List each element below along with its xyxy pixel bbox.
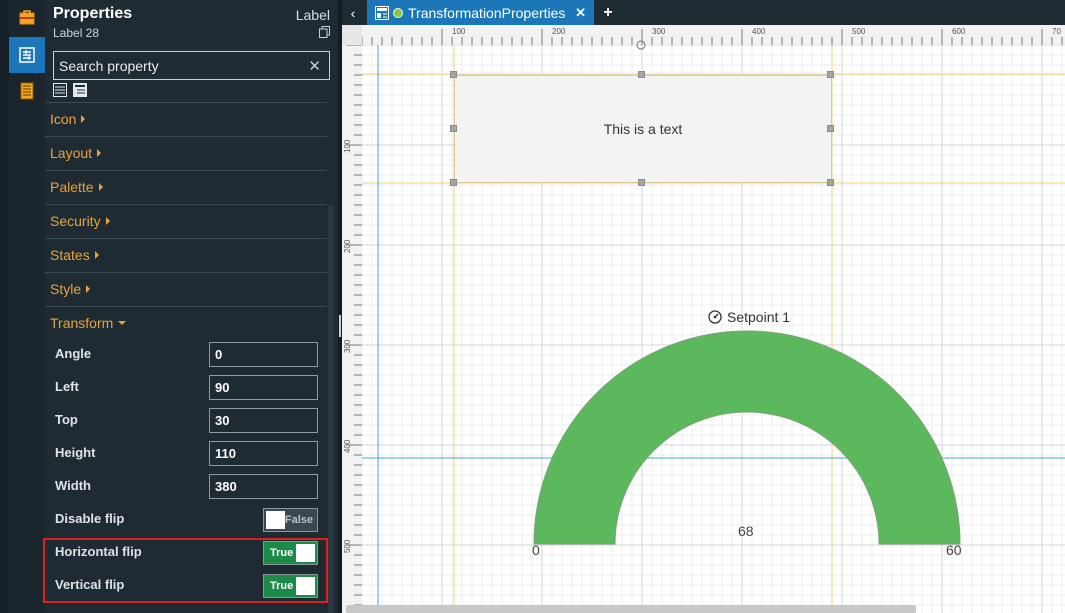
property-left: Left	[45, 371, 327, 404]
properties-button[interactable]	[9, 37, 45, 73]
disable-flip-toggle[interactable]: False	[263, 508, 318, 532]
resize-handle[interactable]	[827, 125, 834, 132]
left-edge-strip	[0, 0, 9, 613]
gauge-icon	[708, 310, 722, 324]
plus-icon: +	[603, 3, 613, 21]
toolbox-icon	[19, 10, 35, 25]
book-icon	[20, 82, 34, 100]
height-input[interactable]	[209, 441, 318, 466]
properties-header: Properties Label 28 Label	[45, 0, 338, 44]
caret-right-icon	[98, 183, 103, 191]
property-disable-flip: Disable flip False	[45, 503, 327, 536]
section-label: Palette	[50, 179, 94, 195]
search-input[interactable]	[54, 52, 304, 79]
resize-handle[interactable]	[827, 179, 834, 186]
section-style[interactable]: Style	[45, 272, 327, 305]
toggle-knob	[266, 511, 285, 529]
property-label: Left	[55, 379, 79, 394]
resize-handle[interactable]	[450, 71, 457, 78]
property-label: Disable flip	[55, 511, 125, 526]
add-tab-button[interactable]: +	[598, 0, 618, 25]
section-palette[interactable]: Palette	[45, 170, 327, 203]
selected-label-element[interactable]: This is a text	[454, 75, 832, 183]
library-button[interactable]	[9, 73, 45, 109]
label-text: This is a text	[603, 121, 683, 137]
status-dot-icon	[393, 7, 403, 18]
resize-handle[interactable]	[638, 179, 645, 186]
resize-handle[interactable]	[450, 179, 457, 186]
selected-element-type: Label	[295, 7, 330, 23]
properties-panel: Properties Label 28 Label ✕	[43, 0, 338, 613]
caret-right-icon	[97, 149, 102, 157]
section-label: Security	[50, 213, 101, 229]
resize-handle[interactable]	[450, 125, 457, 132]
resize-handle[interactable]	[827, 71, 834, 78]
panel-title: Properties	[53, 5, 133, 22]
category-view-icon[interactable]	[73, 83, 87, 97]
toolbox-button[interactable]	[9, 0, 45, 36]
property-height: Height	[45, 437, 327, 470]
screen-icon	[375, 5, 389, 20]
property-angle: Angle	[45, 338, 327, 371]
section-security[interactable]: Security	[45, 204, 327, 237]
resize-handle[interactable]	[638, 71, 645, 78]
tab-label: TransformationProperties	[408, 4, 566, 21]
search-property-box: ✕	[53, 51, 330, 80]
caret-down-icon	[118, 321, 127, 325]
flip-highlight-box	[43, 538, 328, 603]
section-transform[interactable]: Transform	[45, 306, 327, 339]
section-label: Transform	[50, 315, 114, 331]
section-label: Icon	[50, 111, 77, 127]
caret-right-icon	[81, 115, 86, 123]
width-input[interactable]	[209, 474, 318, 499]
gauge-max: 60	[946, 542, 962, 558]
property-label: Height	[55, 445, 96, 460]
tab-scroll-left[interactable]: ‹	[342, 0, 364, 25]
gauge-title-text: Setpoint 1	[727, 309, 791, 325]
panel-scrollbar[interactable]	[328, 205, 334, 613]
property-width: Width	[45, 470, 327, 503]
gauge-value: 68	[738, 523, 754, 539]
left-input[interactable]	[209, 375, 318, 400]
section-states[interactable]: States	[45, 238, 327, 271]
selected-element-name: Label 28	[53, 26, 100, 40]
gauge-arc[interactable]	[532, 328, 962, 548]
rotate-handle-icon[interactable]	[636, 39, 646, 51]
section-label: Layout	[50, 145, 93, 161]
canvas-horizontal-scrollbar[interactable]	[346, 605, 916, 613]
design-canvas[interactable]: 100 200 300 400 500 600 70 100 200 300 400 500 Thi…	[342, 25, 1065, 613]
gauge-min: 0	[532, 542, 540, 558]
section-icon[interactable]: Icon	[45, 102, 327, 135]
section-label: States	[50, 247, 90, 263]
top-input[interactable]	[209, 408, 318, 433]
properties-icon	[19, 47, 35, 63]
tab-transformation-properties[interactable]: TransformationProperties ✕	[367, 0, 594, 25]
tab-bar: ‹ TransformationProperties ✕ +	[342, 0, 1065, 25]
view-toggle-group	[53, 83, 87, 99]
chevron-left-icon: ‹	[350, 4, 356, 21]
clear-search-icon[interactable]: ✕	[308, 57, 321, 75]
property-label: Width	[55, 478, 91, 493]
vertical-toolbar	[9, 0, 45, 613]
angle-input[interactable]	[209, 342, 318, 367]
close-icon[interactable]: ✕	[575, 5, 586, 21]
property-label: Top	[55, 412, 78, 427]
copy-icon[interactable]	[319, 26, 330, 38]
caret-right-icon	[86, 285, 91, 293]
caret-right-icon	[105, 217, 110, 225]
toggle-state: False	[284, 514, 313, 526]
caret-right-icon	[94, 251, 99, 259]
splitter-grip[interactable]	[339, 315, 341, 337]
gauge-title: Setpoint 1	[708, 309, 790, 325]
section-layout[interactable]: Layout	[45, 136, 327, 169]
property-top: Top	[45, 404, 327, 437]
list-view-icon[interactable]	[53, 83, 67, 97]
property-label: Angle	[55, 346, 92, 361]
section-label: Style	[50, 281, 82, 297]
